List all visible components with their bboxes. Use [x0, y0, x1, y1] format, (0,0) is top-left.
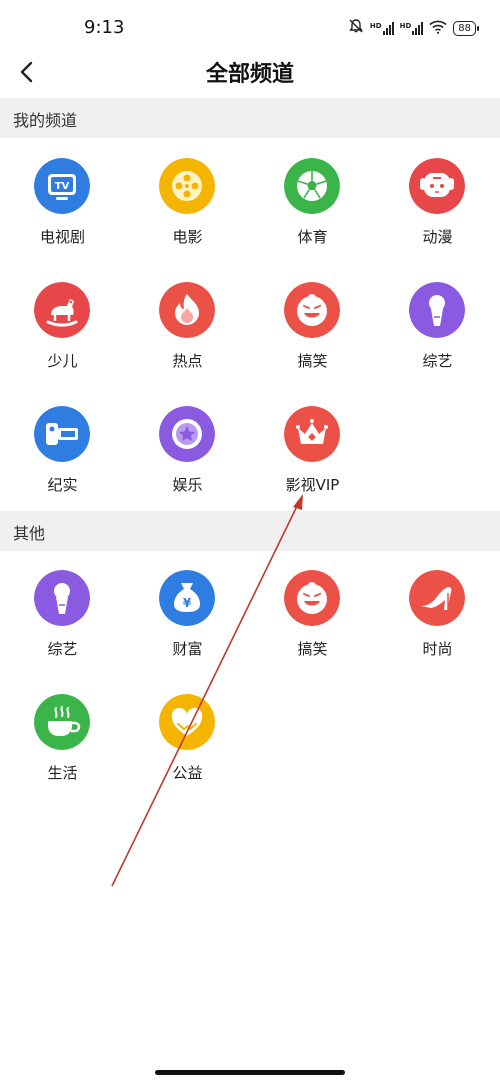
mute-bell-icon [348, 18, 364, 38]
anime-character-icon [409, 158, 465, 214]
channel-label: 综艺 [47, 640, 78, 658]
channel-tile-wealth[interactable]: ¥ 财富 [125, 570, 250, 680]
channel-label: 热点 [172, 352, 203, 370]
money-bag-icon: ¥ [159, 570, 215, 626]
channel-label: 公益 [172, 764, 203, 782]
channel-label: 影视VIP [285, 476, 340, 494]
section-title: 我的频道 [13, 111, 78, 130]
section-header-mine: 我的频道 [0, 98, 500, 138]
flame-icon [159, 282, 215, 338]
wifi-icon [429, 19, 447, 38]
channel-label: 时尚 [422, 640, 453, 658]
svg-text:¥: ¥ [183, 596, 192, 610]
star-badge-icon [159, 406, 215, 462]
channel-tile-entertainment[interactable]: 娱乐 [125, 406, 250, 516]
film-reel-icon [159, 158, 215, 214]
signal-hd-icon-2: HD [400, 21, 424, 35]
home-indicator[interactable] [155, 1070, 345, 1075]
svg-text:TV: TV [55, 181, 70, 192]
channel-tile-movie[interactable]: 电影 [125, 158, 250, 268]
signal-hd-icon: HD [370, 21, 394, 35]
channel-label: 少儿 [47, 352, 78, 370]
tv-icon: TV [34, 158, 90, 214]
channel-tile-tv-series[interactable]: TV 电视剧 [0, 158, 125, 268]
channel-label: 电视剧 [39, 228, 85, 246]
channel-tile-sports[interactable]: 体育 [250, 158, 375, 268]
channel-tile-hot[interactable]: 热点 [125, 282, 250, 392]
laughing-face-icon [284, 282, 340, 338]
battery-indicator: 88 [453, 20, 479, 36]
camera-icon [34, 406, 90, 462]
channel-tile-variety[interactable]: 综艺 [375, 282, 500, 392]
status-bar: 9:13 HD HD 88 [0, 0, 500, 48]
channel-label: 搞笑 [297, 640, 328, 658]
page-title: 全部频道 [205, 62, 294, 87]
crown-icon [284, 406, 340, 462]
status-icons: HD HD 88 [348, 18, 479, 38]
status-time: 9:13 [84, 17, 125, 38]
channel-label: 搞笑 [297, 352, 328, 370]
channel-tile-vip[interactable]: 影视VIP [250, 406, 375, 516]
channel-tile-life[interactable]: 生活 [0, 694, 125, 804]
microphone-icon [409, 282, 465, 338]
high-heel-icon [409, 570, 465, 626]
nav-bar: 全部频道 [0, 48, 500, 96]
channel-tile-kids[interactable]: 少儿 [0, 282, 125, 392]
section-title: 其他 [13, 524, 46, 543]
channel-label: 娱乐 [172, 476, 203, 494]
channel-label: 电影 [172, 228, 203, 246]
microphone-icon [34, 570, 90, 626]
channel-label: 综艺 [422, 352, 453, 370]
channel-label: 财富 [172, 640, 203, 658]
section-header-other: 其他 [0, 511, 500, 551]
channel-tile-anime[interactable]: 动漫 [375, 158, 500, 268]
channel-tile-funny-other[interactable]: 搞笑 [250, 570, 375, 680]
channel-tile-fashion[interactable]: 时尚 [375, 570, 500, 680]
channel-tile-funny[interactable]: 搞笑 [250, 282, 375, 392]
channel-tile-variety-other[interactable]: 综艺 [0, 570, 125, 680]
channel-tile-charity[interactable]: 公益 [125, 694, 250, 804]
soccer-ball-icon [284, 158, 340, 214]
coffee-cup-icon [34, 694, 90, 750]
rocking-horse-icon [34, 282, 90, 338]
channel-label: 体育 [297, 228, 328, 246]
channel-tile-documentary[interactable]: 纪实 [0, 406, 125, 516]
heart-hands-icon [159, 694, 215, 750]
channel-label: 动漫 [422, 228, 453, 246]
channel-label: 纪实 [47, 476, 78, 494]
channel-label: 生活 [47, 764, 78, 782]
laughing-face-icon [284, 570, 340, 626]
